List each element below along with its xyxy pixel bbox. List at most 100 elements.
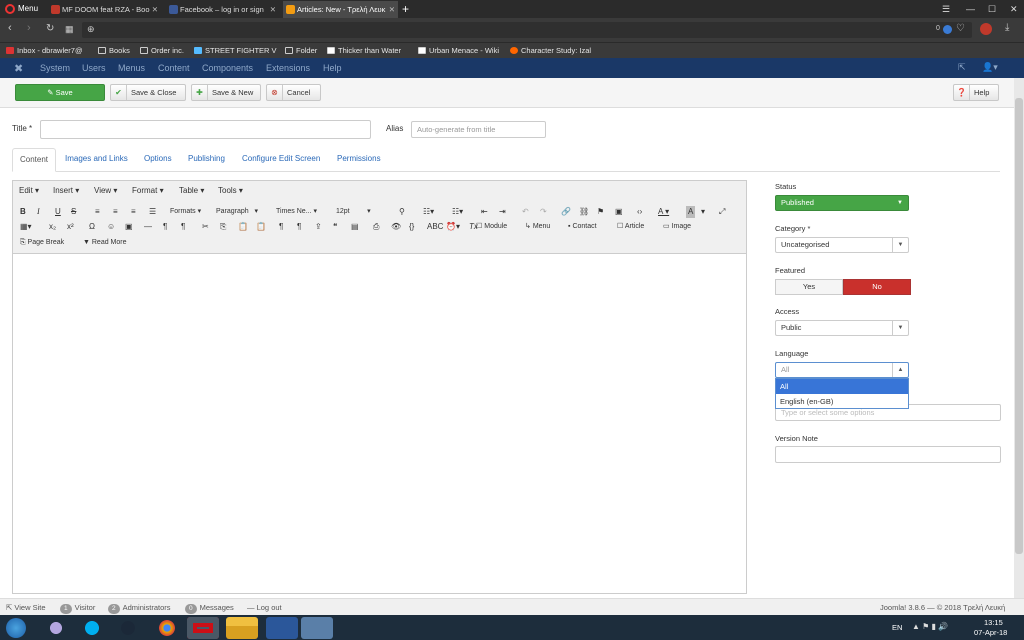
contact-button[interactable]: ▪ Contact — [568, 221, 597, 233]
reload-icon[interactable]: ↻ — [46, 23, 54, 34]
editor-menu-tools[interactable]: Tools ▾ — [218, 186, 243, 195]
visual-chars-icon[interactable]: ¶ — [297, 221, 301, 233]
align-center-icon[interactable]: ≡ — [113, 206, 118, 218]
horizontal-rule-icon[interactable]: — — [144, 221, 152, 233]
formats-dropdown[interactable]: Formats ▾ — [170, 206, 201, 218]
align-left-icon[interactable]: ≡ — [95, 206, 100, 218]
language-indicator[interactable]: EN — [892, 623, 902, 632]
code-icon[interactable]: ‹› — [637, 206, 642, 218]
title-input[interactable] — [40, 120, 371, 139]
bookmark-item[interactable]: Inbox - dbrawler7@ — [6, 43, 92, 59]
alias-input[interactable]: Auto-generate from title — [411, 121, 546, 138]
language-select[interactable]: All ▲ — [775, 362, 909, 378]
save-close-button[interactable]: ✔ Save & Close — [110, 84, 186, 101]
show-blocks-icon[interactable]: ¶ — [279, 221, 283, 233]
tab-images-links[interactable]: Images and Links — [58, 148, 135, 172]
copy-icon[interactable]: ⎘ — [220, 221, 226, 233]
align-right-icon[interactable]: ≡ — [131, 206, 136, 218]
paste-text-icon[interactable]: 📋 — [256, 221, 266, 233]
page-scrollbar[interactable] — [1014, 78, 1024, 615]
font-family-dropdown[interactable]: Times Ne... ▾ — [276, 206, 317, 218]
italic-icon[interactable]: I — [37, 206, 40, 218]
link-icon[interactable]: 🔗 — [561, 206, 571, 218]
text-color-icon[interactable]: A ▾ — [658, 206, 669, 218]
print-icon[interactable]: ⎙ — [373, 221, 379, 233]
url-input[interactable]: ⊕ 0 ♡ — [82, 22, 972, 38]
editor-menu-view[interactable]: View ▾ — [94, 186, 117, 195]
strikethrough-icon[interactable]: S — [71, 206, 76, 218]
minimize-icon[interactable]: — — [966, 0, 975, 18]
editor-menu-insert[interactable]: Insert ▾ — [53, 186, 79, 195]
tab-options[interactable]: Options — [137, 148, 179, 172]
cut-icon[interactable]: ✂ — [202, 221, 209, 233]
nav-content[interactable]: Content — [158, 58, 190, 78]
undo-icon[interactable]: ↶ — [522, 206, 529, 218]
spellcheck-icon[interactable]: ABC — [427, 221, 443, 233]
menu-button[interactable]: ↳ Menu — [525, 221, 550, 233]
messages-link[interactable]: 0 Messages — [185, 599, 234, 616]
close-tab-icon[interactable]: ✕ — [389, 1, 395, 18]
skype-icon[interactable] — [76, 617, 108, 639]
bookmark-item[interactable]: Order inc. — [140, 43, 192, 59]
save-new-button[interactable]: ✚ Save & New — [191, 84, 261, 101]
tab-content[interactable]: Content — [12, 148, 57, 172]
file-explorer-icon[interactable] — [226, 617, 258, 639]
browser-tab[interactable]: MF DOOM feat RZA - Boo ✕ — [48, 1, 161, 18]
editor-content-area[interactable] — [13, 255, 746, 591]
new-tab-button[interactable]: + — [402, 0, 409, 18]
bookmark-item[interactable]: Thicker than Water — [327, 43, 412, 59]
time-icon[interactable]: ⏰▾ — [446, 221, 460, 233]
close-tab-icon[interactable]: ✕ — [270, 1, 276, 18]
bookmark-item[interactable]: Folder — [285, 43, 325, 59]
editor-menu-table[interactable]: Table ▾ — [179, 186, 204, 195]
preview-icon[interactable]: 👁 — [391, 221, 401, 233]
language-option-all[interactable]: All — [776, 379, 908, 394]
taskbar-app-icon[interactable] — [40, 617, 72, 639]
external-link-icon[interactable]: ⇱ — [958, 62, 966, 73]
superscript-icon[interactable]: x² — [67, 221, 74, 233]
editor-menu-format[interactable]: Format ▾ — [132, 186, 164, 195]
status-select[interactable]: Published ▼ — [775, 195, 909, 211]
download-icon[interactable]: ⤓ — [1005, 22, 1009, 33]
tray-icons[interactable]: ▲ ⚑ ▮ 🔊 — [912, 622, 948, 631]
help-button[interactable]: ❓ Help — [953, 84, 999, 101]
bold-icon[interactable]: B — [20, 206, 26, 218]
speed-dial-icon[interactable]: ▦ — [65, 24, 74, 35]
administrators-link[interactable]: 2 Administrators — [108, 599, 171, 616]
paste-icon[interactable]: 📋 — [238, 221, 248, 233]
table-icon[interactable]: ▦▾ — [20, 221, 32, 233]
redo-icon[interactable]: ↷ — [540, 206, 547, 218]
article-button[interactable]: ☐ Article — [617, 221, 644, 233]
tab-publishing[interactable]: Publishing — [181, 148, 232, 172]
logout-link[interactable]: — Log out — [247, 599, 282, 616]
browser-tab-active[interactable]: Articles: New - Τρελή Λευκ ✕ — [283, 1, 398, 18]
read-more-button[interactable]: ▼ Read More — [83, 237, 127, 249]
special-char-icon[interactable]: Ω — [89, 221, 95, 233]
maximize-icon[interactable]: ☐ — [988, 0, 996, 18]
featured-yes-button[interactable]: Yes — [775, 279, 843, 295]
template-icon[interactable]: ▤ — [351, 221, 359, 233]
tab-permissions[interactable]: Permissions — [330, 148, 388, 172]
nav-components[interactable]: Components — [202, 58, 253, 78]
featured-no-button[interactable]: No — [843, 279, 911, 295]
bookmark-item[interactable]: Urban Menace - Wiki — [418, 43, 503, 59]
numbered-list-icon[interactable]: ☷▾ — [452, 206, 463, 218]
media-icon[interactable]: ▣ — [125, 221, 133, 233]
opera-menu-button[interactable]: Menu — [0, 0, 50, 18]
window-app-icon[interactable] — [301, 617, 333, 639]
chevron-down-icon[interactable]: ▾ — [701, 206, 705, 218]
adblock-icon[interactable] — [980, 23, 992, 35]
subscript-icon[interactable]: x₂ — [49, 221, 56, 233]
nav-system[interactable]: System — [40, 58, 70, 78]
joomla-logo-icon[interactable]: ✖ — [14, 62, 23, 75]
tabs-menu-icon[interactable]: ☰ — [942, 0, 950, 18]
image-button[interactable]: ▭ Image — [663, 221, 691, 233]
align-justify-icon[interactable]: ☰ — [149, 206, 156, 218]
bullet-list-icon[interactable]: ☷▾ — [423, 206, 434, 218]
bookmark-item[interactable]: Books — [98, 43, 138, 59]
cancel-button[interactable]: ⊗ Cancel — [266, 84, 321, 101]
blockquote-icon[interactable]: ❝ — [333, 221, 337, 233]
font-size-dropdown[interactable]: 12pt ▾ — [336, 206, 371, 218]
view-site-link[interactable]: ⇱ View Site — [6, 599, 46, 616]
steam-icon[interactable] — [112, 617, 144, 639]
